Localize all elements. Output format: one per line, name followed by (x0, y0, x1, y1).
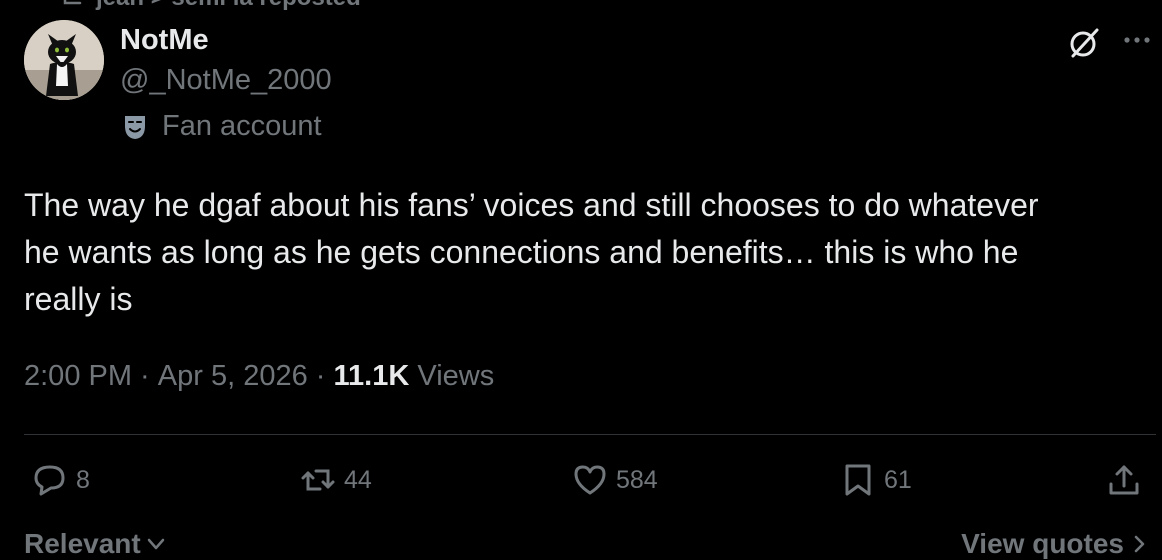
repost-icon (301, 469, 335, 491)
like-button[interactable]: 584 (572, 462, 658, 498)
chevron-down-icon (147, 538, 164, 550)
tweet-date[interactable]: Apr 5, 2026 (158, 360, 308, 393)
repost-text: jean > semi la reposted (96, 0, 361, 12)
repost-icon (63, 0, 82, 5)
sort-replies-dropdown[interactable]: Relevant (24, 528, 167, 560)
meta-separator: · (132, 360, 158, 392)
views-count[interactable]: 11.1K (334, 360, 410, 393)
reply-count: 8 (76, 465, 90, 494)
repost-count: 44 (344, 465, 372, 494)
bookmark-icon (845, 464, 871, 496)
more-icon[interactable] (1122, 32, 1152, 48)
view-quotes-link[interactable]: View quotes (961, 528, 1148, 560)
divider (24, 434, 1156, 435)
avatar[interactable] (24, 20, 104, 100)
like-count: 584 (616, 465, 658, 494)
bookmark-count: 61 (884, 465, 912, 494)
account-label-text: Fan account (162, 110, 322, 142)
meta-separator: · (307, 360, 334, 392)
author-handle[interactable]: @_NotMe_2000 (120, 64, 332, 97)
theater-mask-icon (125, 115, 145, 139)
heart-icon (574, 465, 606, 495)
share-icon (1109, 465, 1139, 495)
share-button[interactable] (1106, 462, 1142, 498)
bookmark-button[interactable]: 61 (840, 462, 912, 498)
reply-button[interactable]: 8 (32, 462, 90, 498)
cat-avatar (24, 20, 104, 100)
view-quotes-label: View quotes (961, 528, 1124, 559)
author-name[interactable]: NotMe (120, 24, 209, 57)
tweet-time[interactable]: 2:00 PM (24, 360, 132, 393)
grok-icon[interactable] (1064, 24, 1102, 62)
repost-context[interactable]: jean > semi la reposted (60, 0, 361, 12)
repost-button[interactable]: 44 (300, 462, 372, 498)
sort-label: Relevant (24, 528, 141, 559)
tweet-text: The way he dgaf about his fans’ voices a… (24, 187, 1039, 317)
tweet-meta: 2:00 PM · Apr 5, 2026 · 11.1K Views (24, 360, 494, 393)
account-label: Fan account (120, 110, 322, 143)
chevron-right-icon (1134, 535, 1145, 553)
reply-icon (34, 465, 65, 496)
views-label: Views (409, 360, 495, 392)
